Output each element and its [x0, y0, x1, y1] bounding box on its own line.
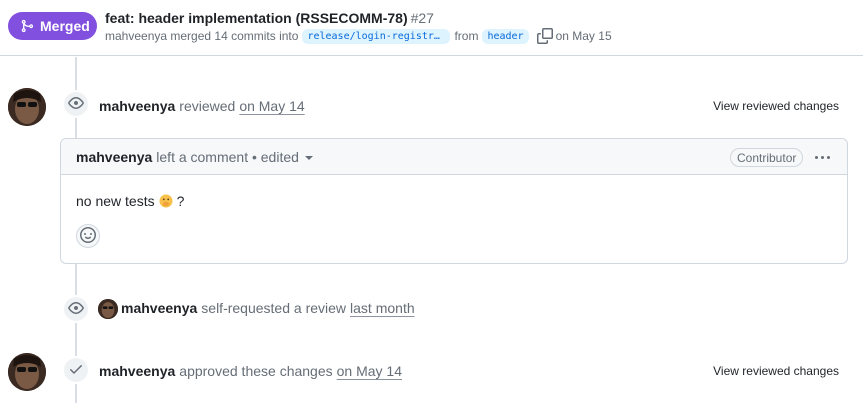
eye-icon [68, 300, 84, 319]
from-text: from [454, 29, 479, 43]
eye-icon [68, 95, 84, 114]
comment-header: mahveenya left a comment • edited Contri… [61, 139, 847, 175]
request-action: self-requested a review [201, 300, 347, 316]
approval-user[interactable]: mahveenya [99, 363, 175, 379]
merged-status-badge: Merged [8, 12, 97, 40]
view-reviewed-changes-button[interactable]: View reviewed changes [713, 99, 839, 113]
view-reviewed-changes-button[interactable]: View reviewed changes [713, 364, 839, 378]
approval-time[interactable]: on May 14 [337, 363, 402, 379]
pr-meta: mahveenya merged 14 commits into release… [105, 28, 612, 44]
merge-date: on May 15 [555, 29, 612, 43]
comment-body: no new tests ? [76, 193, 184, 209]
comment-user[interactable]: mahveenya [76, 149, 152, 165]
contributor-badge: Contributor [730, 148, 804, 167]
face-with-hand-over-mouth-icon [159, 194, 173, 208]
approval-action: approved these changes [179, 363, 333, 379]
add-reaction-button[interactable] [76, 224, 100, 248]
comment-text: no new tests [76, 193, 155, 209]
merge-icon [20, 19, 34, 33]
review-action: reviewed [179, 98, 236, 114]
check-icon [68, 361, 84, 380]
avatar[interactable] [8, 88, 46, 126]
merged-text: merged 14 commits into [170, 29, 299, 43]
pr-author[interactable]: mahveenya [105, 29, 167, 43]
pr-title-text: feat: header implementation (RSSECOMM-78… [105, 10, 408, 26]
head-branch[interactable]: header [482, 28, 529, 44]
copy-icon[interactable] [536, 28, 553, 44]
pr-header: Merged feat: header implementation (RSSE… [0, 0, 863, 56]
avatar[interactable] [98, 299, 118, 319]
eye-icon-badge [62, 295, 90, 323]
comment-meta: left a comment • edited [156, 149, 299, 165]
comment-header-text: mahveenya left a comment • edited [76, 149, 313, 165]
smiley-icon [80, 226, 96, 246]
chevron-down-icon[interactable] [304, 156, 313, 160]
eye-icon-badge [62, 90, 90, 118]
comment-suffix: ? [176, 193, 185, 209]
kebab-menu-icon[interactable] [811, 147, 833, 167]
merged-label: Merged [40, 18, 90, 34]
review-time[interactable]: on May 14 [239, 98, 304, 114]
check-icon-badge [62, 356, 90, 384]
base-branch[interactable]: release/login-registration [302, 28, 451, 44]
approval-event: mahveenya approved these changes on May … [99, 363, 402, 379]
avatar[interactable] [8, 353, 46, 391]
review-comment: mahveenya left a comment • edited Contri… [60, 138, 848, 264]
pr-title: feat: header implementation (RSSECOMM-78… [105, 10, 434, 26]
review-request-event: mahveenya self-requested a review last m… [121, 300, 415, 316]
request-time[interactable]: last month [350, 300, 415, 316]
review-event: mahveenya reviewed on May 14 [99, 98, 305, 114]
request-user[interactable]: mahveenya [121, 300, 197, 316]
review-user[interactable]: mahveenya [99, 98, 175, 114]
pr-number: #27 [410, 10, 434, 26]
